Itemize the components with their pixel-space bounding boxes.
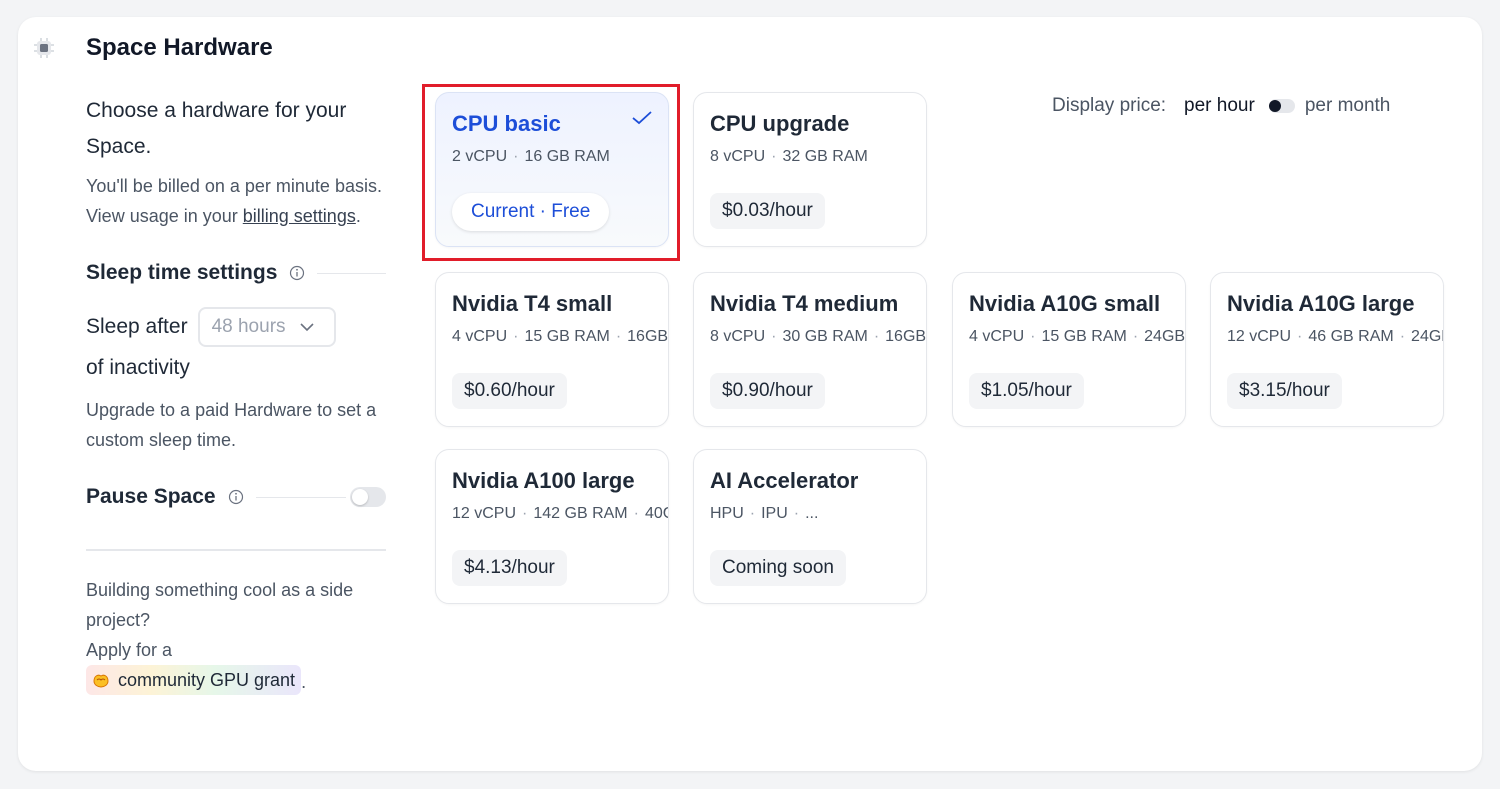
pause-space-row: Pause Space	[86, 481, 386, 513]
apply-prefix: Apply for a	[86, 640, 173, 660]
pause-space-title: Pause Space	[86, 485, 216, 508]
info-icon[interactable]	[228, 489, 244, 505]
community-gpu-grant-link[interactable]: community GPU grant	[86, 665, 302, 695]
billing-note: You'll be billed on a per minute basis. …	[86, 171, 386, 231]
hardware-card-nvidia-a100-large[interactable]: Nvidia A100 large 12 vCPU·142 GB RAM·40G…	[435, 449, 669, 604]
hardware-specs: 4 vCPU·15 GB RAM·24GB VRAM	[969, 328, 1186, 346]
hardware-specs: 12 vCPU·142 GB RAM·40GB VRAM	[452, 505, 668, 523]
current-status-badge: Current · Free	[452, 193, 610, 231]
price-period-toggle[interactable]	[1268, 99, 1295, 113]
spec-hpu: HPU	[710, 505, 744, 522]
settings-sidebar: Choose a hardware for your Space. You'll…	[86, 93, 386, 697]
spec-more: ...	[805, 505, 819, 522]
grant-line: community GPU grant .	[86, 665, 386, 697]
spec-ram: 15 GB RAM	[524, 328, 610, 345]
spec-vram: 24GB VRAM	[1411, 328, 1443, 345]
hardware-card-nvidia-t4-small[interactable]: Nvidia T4 small 4 vCPU·15 GB RAM·16GB VR…	[435, 272, 669, 427]
upgrade-note: Upgrade to a paid Hardware to set a cust…	[86, 400, 377, 450]
hardware-specs: 12 vCPU·46 GB RAM·24GB VRAM	[1227, 328, 1443, 346]
sleep-settings-header: Sleep time settings	[86, 257, 386, 289]
hardware-name: Nvidia T4 small	[452, 291, 613, 316]
spec-ram: 32 GB RAM	[782, 148, 868, 165]
price-badge: $1.05/hour	[969, 373, 1084, 409]
spec-ram: 46 GB RAM	[1308, 328, 1394, 345]
grant-promo: Building something cool as a side projec…	[86, 575, 386, 697]
spec-ipu: IPU	[761, 505, 788, 522]
price-badge: $4.13/hour	[452, 550, 567, 586]
sleep-after-row: Sleep after 48 hours	[86, 307, 386, 347]
spec-cpu: 4 vCPU	[452, 328, 508, 345]
spec-vram: 24GB VRAM	[1144, 328, 1186, 345]
hardware-card-nvidia-t4-medium[interactable]: Nvidia T4 medium 8 vCPU·30 GB RAM·16GB V…	[693, 272, 927, 427]
intro-text: Choose a hardware for your Space.	[86, 99, 347, 158]
section-divider	[255, 496, 346, 498]
page-title: Space Hardware	[86, 34, 273, 61]
inactivity-label: of inactivity	[86, 356, 190, 379]
hardware-specs: 4 vCPU·15 GB RAM·16GB VRAM	[452, 328, 669, 346]
section-divider	[317, 272, 386, 274]
spec-cpu: 12 vCPU	[452, 505, 517, 522]
hugging-hand-icon	[92, 672, 110, 688]
pause-space-toggle[interactable]	[350, 487, 386, 507]
hardware-name: Nvidia A100 large	[452, 468, 635, 493]
hardware-card-ai-accelerator[interactable]: AI Accelerator HPU · IPU ·... Coming soon	[693, 449, 927, 604]
side-project-text: Building something cool as a side projec…	[86, 580, 354, 630]
billing-usage-line: View usage in your billing settings.	[86, 201, 386, 231]
hardware-specs: 2 vCPU · 16 GB RAM	[452, 148, 610, 165]
spec-cpu: 2 vCPU	[452, 148, 508, 165]
hardware-specs: HPU · IPU ·...	[710, 505, 819, 522]
coming-soon-badge: Coming soon	[710, 550, 846, 586]
hardware-specs: 8 vCPU·30 GB RAM·16GB VRAM	[710, 328, 927, 346]
spec-cpu: 12 vCPU	[1227, 328, 1292, 345]
spec-cpu: 8 vCPU	[710, 148, 766, 165]
per-month-option[interactable]: per month	[1305, 95, 1391, 117]
hardware-card-nvidia-a10g-large[interactable]: Nvidia A10G large 12 vCPU·46 GB RAM·24GB…	[1210, 272, 1444, 427]
price-badge: $0.60/hour	[452, 373, 567, 409]
price-badge: $0.90/hour	[710, 373, 825, 409]
hardware-card-cpu-upgrade[interactable]: CPU upgrade 8 vCPU · 32 GB RAM $0.03/hour	[693, 92, 927, 247]
spec-ram: 142 GB RAM	[533, 505, 628, 522]
grant-suffix: .	[301, 672, 307, 692]
spec-cpu: 4 vCPU	[969, 328, 1025, 345]
spec-ram: 30 GB RAM	[782, 328, 868, 345]
spec-vram: 40GB VRAM	[644, 505, 668, 522]
hardware-specs: 8 vCPU · 32 GB RAM	[710, 148, 868, 165]
hardware-name: CPU upgrade	[710, 111, 850, 136]
check-icon	[632, 111, 652, 125]
billing-view-text: View usage in your	[86, 206, 243, 226]
info-icon[interactable]	[289, 265, 305, 281]
spec-ram: 16 GB RAM	[524, 148, 610, 165]
spec-vram: 16GB VRAM	[885, 328, 927, 345]
sleep-after-label: Sleep after	[86, 315, 188, 338]
chevron-down-icon	[299, 322, 314, 332]
hardware-name: Nvidia T4 medium	[710, 291, 899, 316]
space-hardware-panel: Space Hardware Choose a hardware for you…	[18, 17, 1482, 771]
price-display-toggle-row: Display price: per hour per month	[1052, 95, 1390, 117]
hardware-card-nvidia-a10g-small[interactable]: Nvidia A10G small 4 vCPU · 15 GB RAM · 24GB …	[952, 272, 1186, 427]
per-hour-option[interactable]: per hour	[1184, 95, 1255, 117]
billing-per-minute-text: You'll be billed on a per minute basis.	[86, 176, 382, 196]
spec-vram: 16GB VRAM	[627, 328, 669, 345]
hardware-name: Nvidia A10G small	[969, 291, 1161, 316]
divider	[86, 549, 386, 551]
sleep-settings-title: Sleep time settings	[86, 261, 278, 284]
sleep-time-value: 48 hours	[211, 316, 286, 337]
spec-ram: 15 GB RAM	[1041, 328, 1127, 345]
hardware-name: Nvidia A10G large	[1227, 291, 1415, 316]
grant-link-label: community GPU grant	[118, 670, 296, 690]
hardware-card-cpu-basic[interactable]: CPU basic 2 vCPU · 16 GB RAM Current · Fre…	[435, 92, 669, 247]
display-price-label: Display price:	[1052, 95, 1167, 116]
billing-settings-link[interactable]: billing settings	[243, 206, 356, 226]
price-badge: $0.03/hour	[710, 193, 825, 229]
billing-suffix: .	[355, 206, 361, 226]
sleep-time-select[interactable]: 48 hours	[197, 307, 336, 347]
price-badge: $3.15/hour	[1227, 373, 1342, 409]
spec-cpu: 8 vCPU	[710, 328, 766, 345]
hardware-name: AI Accelerator	[710, 468, 859, 493]
hardware-name: CPU basic	[452, 111, 561, 136]
cpu-chip-icon	[33, 37, 55, 59]
